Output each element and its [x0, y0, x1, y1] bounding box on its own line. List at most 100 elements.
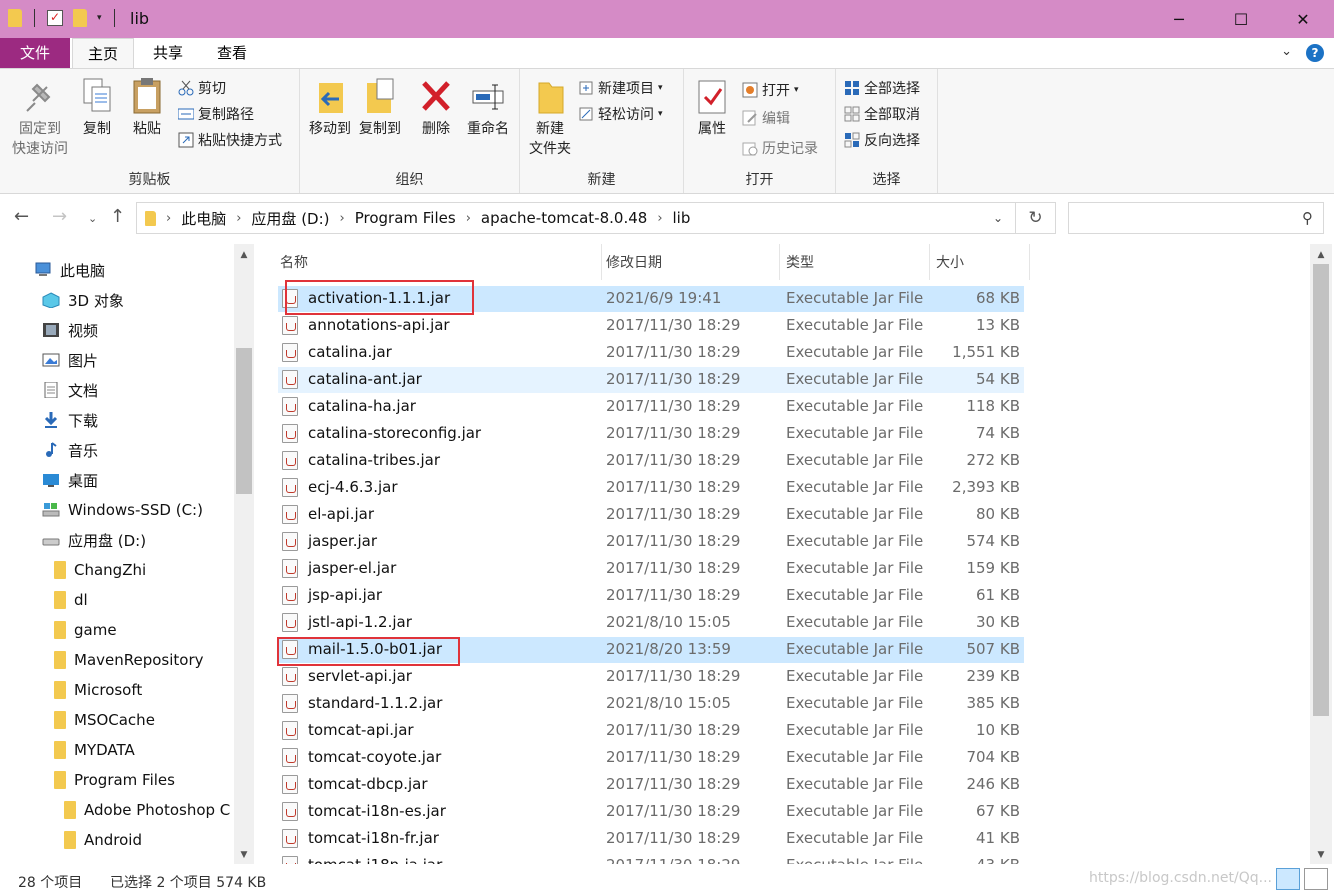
invert-selection-button[interactable]: 反向选择 — [844, 129, 920, 151]
table-row[interactable]: tomcat-dbcp.jar 2017/11/30 18:29 Executabl… — [278, 772, 1024, 798]
column-header-name[interactable]: ^ 名称 — [274, 244, 602, 280]
help-icon[interactable]: ? — [1306, 44, 1324, 62]
search-box[interactable]: ⚲ — [1068, 202, 1324, 234]
table-row[interactable]: tomcat-i18n-ja.jar 2017/11/30 18:29 Execut… — [278, 853, 1024, 864]
pin-quick-access-button[interactable]: 固定到 快速访问 — [8, 77, 72, 159]
history-button[interactable]: 历史记录 — [742, 137, 818, 159]
address-bar[interactable]: › 此电脑 › 应用盘 (D:) › Program Files › apach… — [136, 202, 1016, 234]
properties-icon[interactable]: ✓ — [47, 10, 63, 26]
nav-item-drive-d[interactable]: 应用盘 (D:) — [42, 525, 146, 555]
move-to-button[interactable]: 移动到 — [306, 77, 354, 139]
easy-access-button[interactable]: 轻松访问 ▾ — [578, 103, 663, 125]
search-input[interactable] — [1069, 203, 1289, 233]
nav-item-microsoft[interactable]: Microsoft — [54, 675, 142, 705]
rename-button[interactable]: 重命名 — [462, 77, 514, 139]
minimize-button[interactable]: ─ — [1148, 0, 1210, 38]
table-row[interactable]: jasper.jar 2017/11/30 18:29 Executable Jar… — [278, 529, 1024, 555]
table-row[interactable]: servlet-api.jar 2017/11/30 18:29 Executabl… — [278, 664, 1024, 690]
nav-item-msocache[interactable]: MSOCache — [54, 705, 155, 735]
table-row[interactable]: el-api.jar 2017/11/30 18:29 Executable Jar… — [278, 502, 1024, 528]
table-row[interactable]: ecj-4.6.3.jar 2017/11/30 18:29 Executable … — [278, 475, 1024, 501]
scrollbar-thumb[interactable] — [236, 348, 252, 494]
scroll-up-icon[interactable]: ▲ — [234, 250, 254, 260]
chevron-down-icon[interactable]: ⌄ — [981, 211, 1015, 225]
table-row[interactable]: annotations-api.jar 2017/11/30 18:29 Execu… — [278, 313, 1024, 339]
copy-to-button[interactable]: 复制到 — [356, 77, 404, 139]
forward-arrow-icon[interactable]: → — [52, 206, 67, 227]
large-icons-view-icon[interactable] — [1304, 868, 1328, 890]
nav-item-desktop[interactable]: 桌面 — [42, 465, 98, 495]
table-row[interactable]: catalina-ha.jar 2017/11/30 18:29 Executabl… — [278, 394, 1024, 420]
nav-item-3d-objects[interactable]: 3D 对象 — [42, 285, 124, 315]
list-scrollbar[interactable]: ▲ ▼ — [1310, 244, 1332, 864]
nav-item-adobe-photoshop[interactable]: Adobe Photoshop C — [64, 795, 230, 825]
select-all-button[interactable]: 全部选择 — [844, 77, 920, 99]
scroll-down-icon[interactable]: ▼ — [234, 850, 254, 860]
nav-item-changzhi[interactable]: ChangZhi — [54, 555, 146, 585]
new-item-button[interactable]: 新建项目 ▾ — [578, 77, 663, 99]
table-row[interactable]: tomcat-i18n-fr.jar 2017/11/30 18:29 Execut… — [278, 826, 1024, 852]
edit-button[interactable]: 编辑 — [742, 107, 790, 129]
nav-item-music[interactable]: 音乐 — [42, 435, 98, 465]
table-row[interactable]: catalina-tribes.jar 2017/11/30 18:29 Execu… — [278, 448, 1024, 474]
refresh-icon[interactable]: ↻ — [1016, 202, 1056, 234]
table-row[interactable]: tomcat-i18n-es.jar 2017/11/30 18:29 Execut… — [278, 799, 1024, 825]
nav-item-mavenrepository[interactable]: MavenRepository — [54, 645, 204, 675]
cut-button[interactable]: 剪切 — [178, 77, 226, 99]
nav-item-drive-c[interactable]: Windows-SSD (C:) — [42, 495, 203, 525]
crumb-drive-d[interactable]: 应用盘 (D:) — [251, 208, 329, 229]
paste-shortcut-button[interactable]: 粘贴快捷方式 — [178, 129, 282, 151]
details-view-icon[interactable] — [1276, 868, 1300, 890]
scroll-down-icon[interactable]: ▼ — [1310, 850, 1332, 860]
maximize-button[interactable]: ☐ — [1210, 0, 1272, 38]
table-row[interactable]: catalina-storeconfig.jar 2017/11/30 18:29… — [278, 421, 1024, 447]
table-row[interactable]: standard-1.1.2.jar 2021/8/10 15:05 Executa… — [278, 691, 1024, 717]
nav-item-android[interactable]: Android — [64, 825, 142, 855]
scroll-up-icon[interactable]: ▲ — [1310, 250, 1332, 260]
nav-item-game[interactable]: game — [54, 615, 117, 645]
table-row[interactable]: jasper-el.jar 2017/11/30 18:29 Executable … — [278, 556, 1024, 582]
customize-qat-icon[interactable]: ▾ — [97, 13, 102, 23]
column-header-type[interactable]: 类型 — [780, 244, 930, 280]
tab-home[interactable]: 主页 — [72, 38, 134, 69]
open-button[interactable]: 打开 ▾ — [742, 79, 799, 101]
nav-item-program-files[interactable]: Program Files — [54, 765, 175, 795]
paste-button[interactable]: 粘贴 — [126, 77, 168, 139]
select-none-button[interactable]: 全部取消 — [844, 103, 920, 125]
nav-scrollbar[interactable]: ▲ ▼ — [234, 244, 254, 864]
column-header-modified[interactable]: 修改日期 — [600, 244, 780, 280]
tab-share[interactable]: 共享 — [138, 38, 198, 68]
crumb-this-pc[interactable]: 此电脑 — [181, 208, 226, 229]
table-row[interactable]: tomcat-api.jar 2017/11/30 18:29 Executable… — [278, 718, 1024, 744]
table-row[interactable]: catalina-ant.jar 2017/11/30 18:29 Executab… — [278, 367, 1024, 393]
tab-view[interactable]: 查看 — [202, 38, 262, 68]
up-arrow-icon[interactable]: ↑ — [110, 206, 125, 227]
table-row[interactable]: catalina.jar 2017/11/30 18:29 Executable J… — [278, 340, 1024, 366]
table-row[interactable]: jstl-api-1.2.jar 2021/8/10 15:05 Executabl… — [278, 610, 1024, 636]
properties-button[interactable]: 属性 — [692, 77, 732, 139]
nav-item-video[interactable]: 视频 — [42, 315, 98, 345]
nav-item-pictures[interactable]: 图片 — [42, 345, 98, 375]
nav-item-mydata[interactable]: MYDATA — [54, 735, 135, 765]
tab-file[interactable]: 文件 — [0, 38, 70, 68]
copy-button[interactable]: 复制 — [76, 77, 118, 139]
new-folder-icon[interactable] — [73, 9, 87, 27]
crumb-tomcat[interactable]: apache-tomcat-8.0.48 — [481, 209, 647, 227]
nav-item-documents[interactable]: 文档 — [42, 375, 98, 405]
expand-ribbon-icon[interactable]: ⌄ — [1281, 44, 1292, 62]
nav-item-dl[interactable]: dl — [54, 585, 88, 615]
crumb-lib[interactable]: lib — [673, 209, 691, 227]
copy-path-button[interactable]: 复制路径 — [177, 103, 254, 125]
crumb-program-files[interactable]: Program Files — [355, 209, 456, 227]
table-row[interactable]: jsp-api.jar 2017/11/30 18:29 Executable Ja… — [278, 583, 1024, 609]
recent-locations-icon[interactable]: ⌄ — [88, 212, 97, 225]
close-button[interactable]: ✕ — [1272, 0, 1334, 38]
back-arrow-icon[interactable]: ← — [14, 206, 29, 227]
scrollbar-thumb[interactable] — [1313, 264, 1329, 716]
table-row[interactable]: tomcat-coyote.jar 2017/11/30 18:29 Executa… — [278, 745, 1024, 771]
new-folder-button[interactable]: 新建 文件夹 — [526, 77, 574, 159]
nav-item-downloads[interactable]: 下载 — [42, 405, 98, 435]
delete-button[interactable]: 删除 — [416, 77, 456, 139]
nav-item-this-pc[interactable]: 此电脑 — [34, 255, 105, 285]
column-header-size[interactable]: 大小 — [930, 244, 1030, 280]
